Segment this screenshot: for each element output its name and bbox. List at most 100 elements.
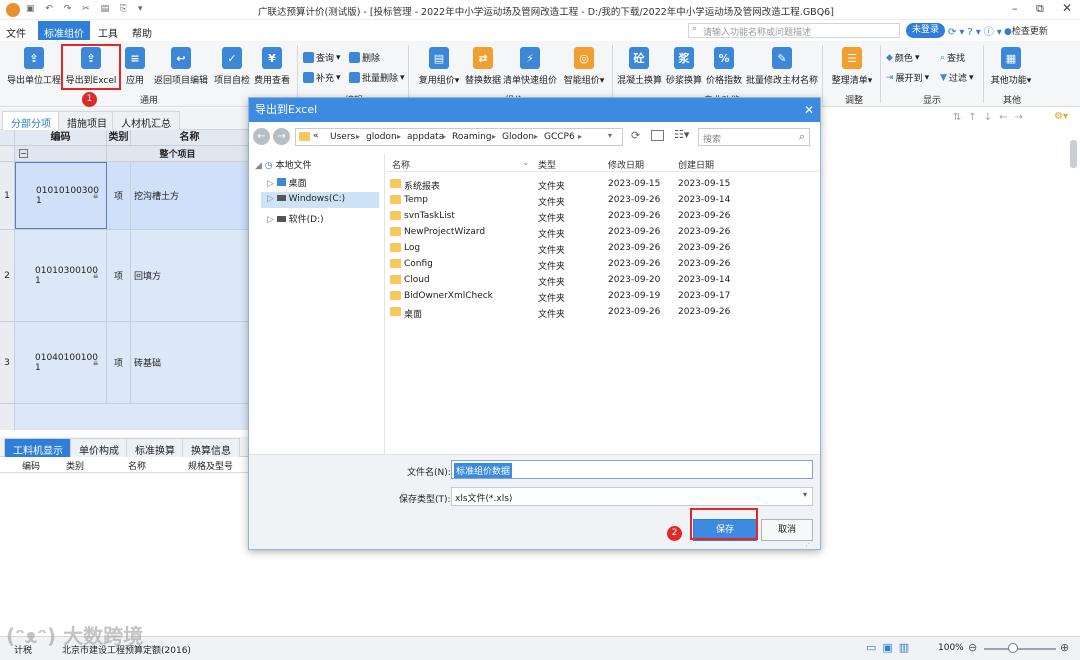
breadcrumb-segment[interactable]: GCCP6 bbox=[544, 132, 575, 142]
quick-group-button[interactable]: ⚡ 清单快速组价 bbox=[503, 47, 557, 86]
new-folder-icon[interactable] bbox=[651, 130, 664, 141]
view-options-icon[interactable]: ☷▾ bbox=[674, 128, 689, 141]
tree-item-windows-c[interactable]: ▷ Windows(C:) bbox=[261, 192, 379, 208]
supplement-button[interactable]: 补充 ▾ bbox=[303, 71, 341, 84]
breadcrumb-segment[interactable]: Glodon bbox=[502, 132, 534, 142]
name-cell[interactable]: 回填方 bbox=[131, 230, 248, 321]
column-header-created[interactable]: 创建日期 bbox=[678, 158, 714, 171]
breadcrumb-overflow-icon[interactable]: « bbox=[313, 131, 319, 141]
login-button[interactable]: 未登录 bbox=[906, 23, 946, 38]
table-row[interactable] bbox=[0, 404, 248, 430]
smart-group-button[interactable]: ◎ 智能组价▾ bbox=[561, 47, 607, 86]
price-index-button[interactable]: % 价格指数 bbox=[705, 47, 743, 86]
tab-unit-price[interactable]: 单价构成 bbox=[70, 438, 128, 457]
file-row[interactable]: svnTaskList 文件夹 2023-09-26 2023-09-26 bbox=[386, 208, 820, 224]
vertical-scrollbar[interactable] bbox=[1070, 140, 1077, 168]
breadcrumb[interactable]: « Users ▸ glodon ▸ appdata ▸ Roaming ▸ G… bbox=[295, 128, 623, 146]
query-button[interactable]: 查询 ▾ bbox=[303, 51, 341, 64]
root-row[interactable]: − 整个项目 bbox=[0, 146, 248, 162]
type-cell[interactable]: 项 bbox=[107, 322, 131, 403]
table-row[interactable]: 1 01010100300 1 🔒︎ 项 挖沟槽土方 bbox=[0, 162, 248, 230]
cancel-button[interactable]: 取消 bbox=[761, 519, 813, 541]
breadcrumb-segment[interactable]: appdata bbox=[407, 132, 444, 142]
file-row[interactable]: Log 文件夹 2023-09-26 2023-09-26 bbox=[386, 240, 820, 256]
column-header-type[interactable]: 类型 bbox=[538, 158, 556, 171]
tree-item-software-d[interactable]: ▷ 软件(D:) bbox=[267, 212, 324, 225]
export-unit-button[interactable]: ⇪ 导出单位工程 bbox=[6, 47, 62, 86]
refresh-icon[interactable]: ⟳ bbox=[631, 129, 640, 142]
zoom-in-icon[interactable]: ⊕ bbox=[1060, 641, 1069, 654]
breadcrumb-segment[interactable]: Users bbox=[330, 132, 355, 142]
tab-conversion-info[interactable]: 换算信息 bbox=[182, 438, 240, 457]
file-row[interactable]: Temp 文件夹 2023-09-26 2023-09-14 bbox=[386, 192, 820, 208]
zoom-out-icon[interactable]: ⊖ bbox=[968, 641, 977, 654]
quick-access-icons[interactable]: ▣ ↶ ↷ ✂ ▤ ⎘ ▾ bbox=[26, 4, 147, 14]
delete-button[interactable]: 删除 bbox=[349, 51, 380, 64]
name-cell[interactable]: 挖沟槽土方 bbox=[131, 162, 248, 229]
filter-button[interactable]: ▼ 过滤 ▾ bbox=[940, 71, 973, 85]
other-functions-button[interactable]: ▦ 其他功能▾ bbox=[990, 47, 1032, 86]
table-row[interactable]: 3 01040100100 1 🔒︎ 项 砖基础 bbox=[0, 322, 248, 404]
help-icons[interactable]: ⟳▾?▾ⓘ▾ bbox=[948, 23, 1005, 38]
column-header-name[interactable]: 名称 bbox=[131, 130, 248, 146]
file-row[interactable]: NewProjectWizard 文件夹 2023-09-26 2023-09-26 bbox=[386, 224, 820, 240]
concrete-button[interactable]: 砼 混凝土换算 bbox=[617, 47, 662, 86]
resize-grip-icon[interactable]: ⋰ bbox=[805, 539, 813, 548]
self-check-button[interactable]: ✓ 项目自检 bbox=[213, 47, 251, 86]
forward-icon[interactable]: → bbox=[273, 128, 290, 145]
type-cell[interactable]: 项 bbox=[107, 162, 131, 229]
return-edit-button[interactable]: ↩ 返回项目编辑 bbox=[153, 47, 209, 86]
tab-measures[interactable]: 措施项目 bbox=[58, 111, 116, 130]
minimize-icon[interactable]: – bbox=[1012, 2, 1018, 15]
code-cell[interactable]: 01010100300 1 🔒︎ bbox=[15, 162, 107, 229]
back-icon[interactable]: ← bbox=[253, 128, 270, 145]
mortar-button[interactable]: 浆 砂浆换算 bbox=[665, 47, 703, 86]
tab-materials-display[interactable]: 工料机显示 bbox=[4, 438, 72, 457]
expand-button[interactable]: ⇥ 展开到 ▾ bbox=[886, 71, 929, 85]
filename-input[interactable]: 标准组价数据 bbox=[451, 460, 813, 479]
restore-icon[interactable]: ⧉ bbox=[1036, 2, 1044, 16]
column-header-name[interactable]: 名称 bbox=[392, 158, 410, 171]
name-cell[interactable]: 砖基础 bbox=[131, 322, 248, 403]
batch-delete-button[interactable]: 批量删除 ▾ bbox=[349, 71, 405, 84]
reuse-group-button[interactable]: ▤ 复用组价▾ bbox=[414, 47, 464, 86]
apply-button[interactable]: ≡ 应用 bbox=[124, 47, 146, 86]
menu-help[interactable]: 帮助 bbox=[126, 23, 158, 42]
tree-item-desktop[interactable]: ▷ 桌面 bbox=[267, 176, 307, 189]
batch-modify-button[interactable]: ✎ 批量修改主材名称 bbox=[746, 47, 818, 86]
column-header-type[interactable]: 类别 bbox=[107, 130, 131, 146]
column-header-type[interactable]: 类别 bbox=[66, 459, 84, 472]
zoom-slider-thumb[interactable] bbox=[1008, 643, 1018, 653]
help-search-input[interactable]: ⌕ 请输入功能名称或问题描述 bbox=[688, 23, 900, 38]
file-row[interactable]: 系统报表 文件夹 2023-09-15 2023-09-15 bbox=[386, 176, 820, 192]
find-button[interactable]: ⌕ 查找 bbox=[940, 51, 965, 65]
menu-tools[interactable]: 工具 bbox=[92, 23, 124, 42]
filetype-select[interactable]: xls文件(*.xls) ▾ bbox=[451, 487, 813, 506]
organize-list-button[interactable]: ☰ 整理清单▾ bbox=[830, 47, 874, 86]
settings-icon[interactable]: ⚙▾ bbox=[1054, 111, 1068, 122]
file-row[interactable]: Config 文件夹 2023-09-26 2023-09-26 bbox=[386, 256, 820, 272]
column-header-code[interactable]: 编码 bbox=[22, 459, 40, 472]
code-cell[interactable]: 01040100100 1 🔒︎ bbox=[15, 322, 107, 403]
type-cell[interactable]: 项 bbox=[107, 230, 131, 321]
color-button[interactable]: ◆ 颜色 ▾ bbox=[886, 51, 919, 65]
menu-standard-pricing[interactable]: 标准组价 bbox=[38, 21, 90, 40]
column-header-spec[interactable]: 规格及型号 bbox=[188, 459, 233, 472]
collapse-toggle[interactable]: − bbox=[15, 146, 107, 161]
file-row[interactable]: Cloud 文件夹 2023-09-20 2023-09-14 bbox=[386, 272, 820, 288]
view-mode-icons[interactable]: ▭▣▥ bbox=[866, 641, 915, 654]
tab-sub-items[interactable]: 分部分项 bbox=[2, 111, 60, 130]
dialog-search-input[interactable]: 搜索 ⌕ bbox=[698, 128, 810, 146]
move-arrows-icons[interactable]: ⇅↑↓←→ bbox=[953, 112, 1030, 123]
close-icon[interactable]: ✕ bbox=[1062, 1, 1072, 15]
fee-view-button[interactable]: ¥ 费用查看 bbox=[253, 47, 291, 86]
breadcrumb-segment[interactable]: Roaming bbox=[452, 132, 492, 142]
column-header-name[interactable]: 名称 bbox=[128, 459, 146, 472]
menu-file[interactable]: 文件 bbox=[0, 23, 32, 42]
column-header-modified[interactable]: 修改日期 bbox=[608, 158, 644, 171]
code-cell[interactable]: 01010300100 1 🔒︎ bbox=[15, 230, 107, 321]
file-row[interactable]: BidOwnerXmlCheck 文件夹 2023-09-19 2023-09-17 bbox=[386, 288, 820, 304]
tab-standard-conversion[interactable]: 标准换算 bbox=[126, 438, 184, 457]
tab-materials-summary[interactable]: 人材机汇总 bbox=[112, 111, 180, 130]
check-update-button[interactable]: ●检查更新 bbox=[1004, 24, 1048, 37]
